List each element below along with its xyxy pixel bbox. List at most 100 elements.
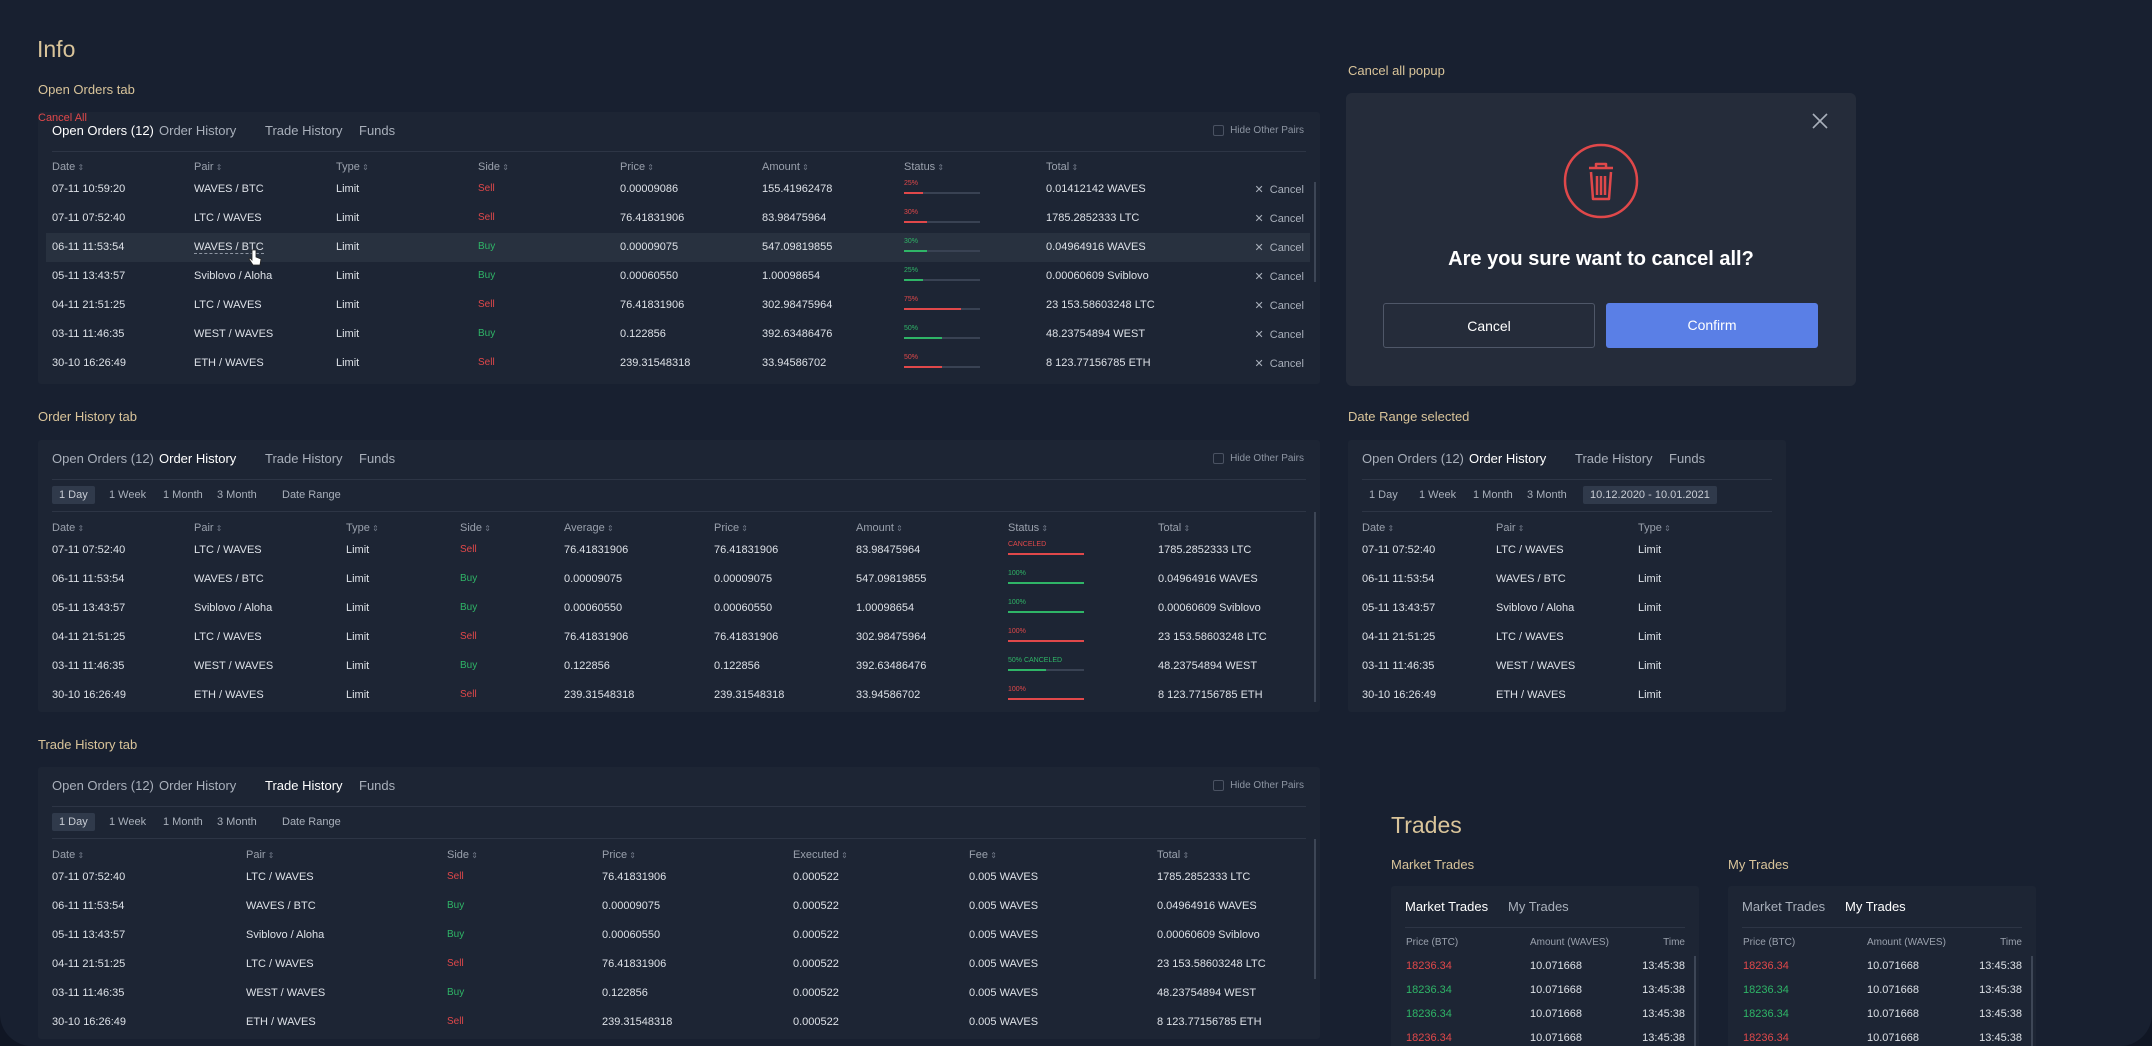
order-pair[interactable]: Sviblovo / Aloha — [194, 602, 272, 614]
column-header[interactable]: Date — [52, 161, 84, 173]
filter-date-range[interactable]: Date Range — [275, 486, 348, 504]
column-header[interactable]: Pair — [246, 849, 275, 861]
order-pair[interactable]: ETH / WAVES — [194, 689, 264, 701]
cancel-button[interactable]: Cancel — [1383, 303, 1595, 348]
cancel-order-button[interactable]: ✕ Cancel — [1255, 328, 1304, 341]
tab-open-orders[interactable]: Open Orders (12) — [52, 778, 154, 793]
column-header[interactable]: Pair — [194, 522, 223, 534]
order-pair[interactable]: LTC / WAVES — [1496, 631, 1564, 643]
filter-1-week[interactable]: 1 Week — [102, 486, 153, 504]
column-header[interactable]: Type — [346, 522, 379, 534]
hide-other-pairs-toggle[interactable]: Hide Other Pairs — [1213, 453, 1304, 464]
cancel-order-button[interactable]: ✕ Cancel — [1255, 183, 1304, 196]
tab-my-trades[interactable]: My Trades — [1508, 899, 1569, 914]
order-pair[interactable]: Sviblovo / Aloha — [1496, 602, 1574, 614]
column-header[interactable]: Pair — [194, 161, 223, 173]
order-pair[interactable]: WEST / WAVES — [1496, 660, 1575, 672]
order-pair[interactable]: Sviblovo / Aloha — [194, 270, 272, 282]
order-pair[interactable]: ETH / WAVES — [1496, 689, 1566, 701]
column-header[interactable]: Average — [564, 522, 614, 534]
tab-trade-history[interactable]: Trade History — [265, 123, 343, 138]
tab-trade-history[interactable]: Trade History — [265, 778, 343, 793]
trade-pair[interactable]: WAVES / BTC — [246, 900, 316, 912]
column-header[interactable]: Total — [1157, 849, 1189, 861]
column-header[interactable]: Total — [1046, 161, 1078, 173]
column-header[interactable]: Price — [602, 849, 636, 861]
tab-funds[interactable]: Funds — [359, 451, 395, 466]
order-pair[interactable]: LTC / WAVES — [194, 212, 262, 224]
tab-order-history[interactable]: Order History — [1469, 451, 1546, 466]
tab-funds[interactable]: Funds — [359, 778, 395, 793]
filter-3-month[interactable]: 3 Month — [210, 813, 264, 831]
column-header[interactable]: Status — [1008, 522, 1048, 534]
tab-open-orders[interactable]: Open Orders (12) — [52, 451, 154, 466]
trade-pair[interactable]: Sviblovo / Aloha — [246, 929, 324, 941]
column-header[interactable]: Status — [904, 161, 944, 173]
filter-1-week[interactable]: 1 Week — [1412, 486, 1463, 504]
filter-date-range[interactable]: Date Range — [275, 813, 348, 831]
column-header[interactable]: Executed — [793, 849, 848, 861]
column-header[interactable]: Price — [620, 161, 654, 173]
scrollbar[interactable] — [1694, 956, 1696, 1046]
column-header[interactable]: Pair — [1496, 522, 1525, 534]
filter-1-week[interactable]: 1 Week — [102, 813, 153, 831]
filter-date-range[interactable]: 10.12.2020 - 10.01.2021 — [1583, 486, 1717, 504]
cancel-order-button[interactable]: ✕ Cancel — [1255, 357, 1304, 370]
order-pair[interactable]: WAVES / BTC — [1496, 573, 1566, 585]
trade-pair[interactable]: ETH / WAVES — [246, 1016, 316, 1028]
trade-pair[interactable]: LTC / WAVES — [246, 871, 314, 883]
tab-open-orders[interactable]: Open Orders (12) — [52, 123, 154, 138]
hide-other-pairs-toggle[interactable]: Hide Other Pairs — [1213, 780, 1304, 791]
hide-other-pairs-toggle[interactable]: Hide Other Pairs — [1213, 125, 1304, 136]
cancel-order-button[interactable]: ✕ Cancel — [1255, 212, 1304, 225]
tab-order-history[interactable]: Order History — [159, 451, 236, 466]
filter-1-day[interactable]: 1 Day — [52, 486, 95, 504]
order-pair[interactable]: WAVES / BTC — [194, 573, 264, 585]
column-header[interactable]: Side — [447, 849, 478, 861]
order-pair[interactable]: WEST / WAVES — [194, 328, 273, 340]
order-pair[interactable]: WEST / WAVES — [194, 660, 273, 672]
filter-3-month[interactable]: 3 Month — [210, 486, 264, 504]
filter-1-day[interactable]: 1 Day — [1362, 486, 1405, 504]
column-header[interactable]: Fee — [969, 849, 997, 861]
column-header[interactable]: Amount — [856, 522, 903, 534]
column-header[interactable]: Total — [1158, 522, 1190, 534]
checkbox[interactable] — [1213, 125, 1225, 136]
filter-3-month[interactable]: 3 Month — [1520, 486, 1574, 504]
order-pair[interactable]: LTC / WAVES — [194, 544, 262, 556]
column-header[interactable]: Date — [52, 849, 84, 861]
tab-market-trades[interactable]: Market Trades — [1405, 899, 1488, 914]
column-header[interactable]: Amount — [762, 161, 809, 173]
filter-1-month[interactable]: 1 Month — [156, 486, 210, 504]
checkbox[interactable] — [1213, 780, 1225, 791]
order-pair[interactable]: ETH / WAVES — [194, 357, 264, 369]
column-header[interactable]: Date — [52, 522, 84, 534]
column-header[interactable]: Date — [1362, 522, 1394, 534]
column-header[interactable]: Type — [1638, 522, 1671, 534]
cancel-order-button[interactable]: ✕ Cancel — [1255, 299, 1304, 312]
order-pair[interactable]: LTC / WAVES — [1496, 544, 1564, 556]
tab-trade-history[interactable]: Trade History — [1575, 451, 1653, 466]
order-pair[interactable]: LTC / WAVES — [194, 631, 262, 643]
column-header[interactable]: Side — [478, 161, 509, 173]
filter-1-day[interactable]: 1 Day — [52, 813, 95, 831]
cancel-order-button[interactable]: ✕ Cancel — [1255, 270, 1304, 283]
order-pair[interactable]: WAVES / BTC — [194, 183, 264, 195]
column-header[interactable]: Price — [714, 522, 748, 534]
tab-funds[interactable]: Funds — [359, 123, 395, 138]
tab-funds[interactable]: Funds — [1669, 451, 1705, 466]
scrollbar[interactable] — [2031, 956, 2033, 1046]
order-pair[interactable]: LTC / WAVES — [194, 299, 262, 311]
checkbox[interactable] — [1213, 453, 1225, 464]
tab-my-trades[interactable]: My Trades — [1845, 899, 1906, 914]
filter-1-month[interactable]: 1 Month — [156, 813, 210, 831]
cancel-order-button[interactable]: ✕ Cancel — [1255, 241, 1304, 254]
scrollbar[interactable] — [1314, 512, 1316, 702]
scrollbar[interactable] — [1314, 182, 1316, 282]
trade-pair[interactable]: LTC / WAVES — [246, 958, 314, 970]
filter-1-month[interactable]: 1 Month — [1466, 486, 1520, 504]
close-icon[interactable] — [1810, 111, 1830, 131]
column-header[interactable]: Side — [460, 522, 491, 534]
tab-open-orders[interactable]: Open Orders (12) — [1362, 451, 1464, 466]
tab-market-trades[interactable]: Market Trades — [1742, 899, 1825, 914]
